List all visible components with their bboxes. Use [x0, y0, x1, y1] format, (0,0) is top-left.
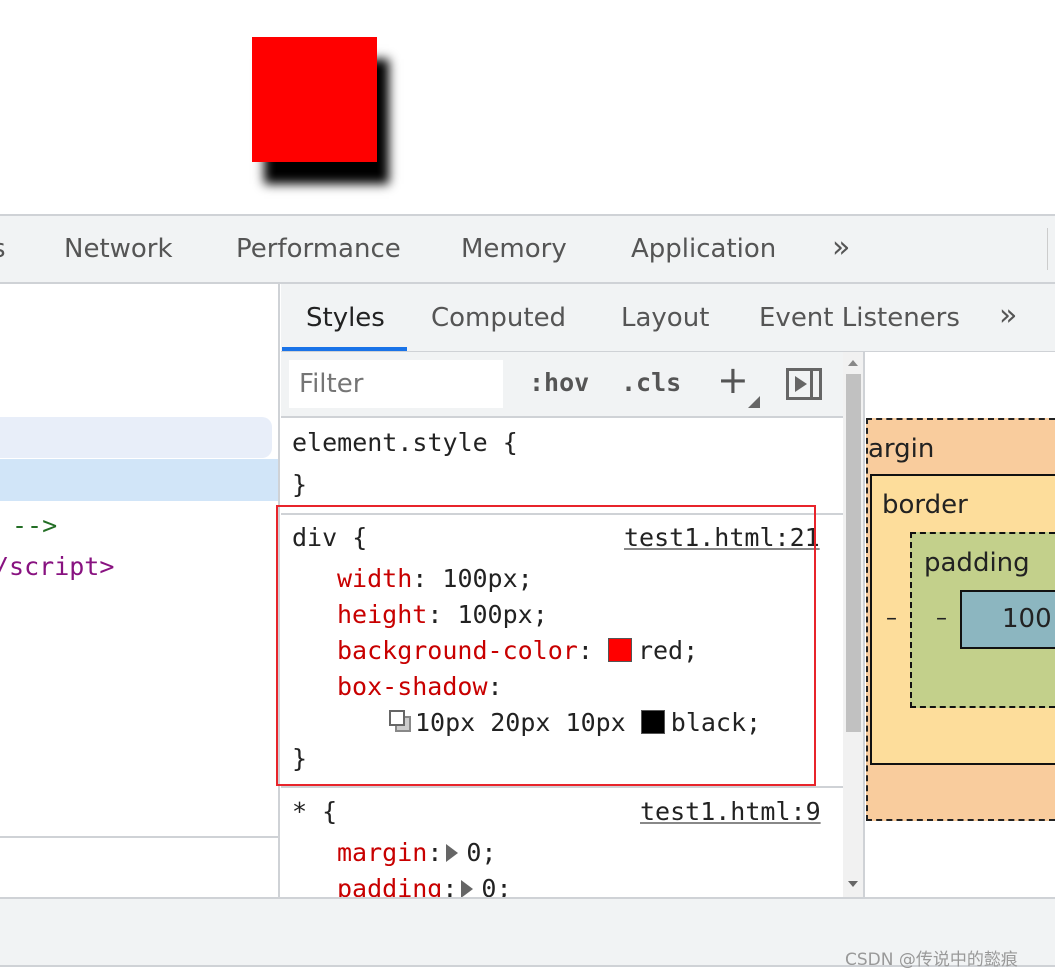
active-tab-indicator: [282, 347, 407, 351]
box-model-padding[interactable]: padding – 100: [910, 532, 1055, 708]
prop-padding[interactable]: padding: 0;: [337, 874, 512, 897]
scroll-down-icon[interactable]: [848, 881, 858, 887]
box-model-pane: argin border – padding – 100: [865, 352, 1055, 897]
watermark: CSDN @传说中的懿痕: [845, 950, 1018, 970]
star-source-link[interactable]: test1.html:9: [640, 797, 821, 826]
tab-partial[interactable]: s: [0, 234, 6, 264]
highlight-annotation-box: [276, 505, 816, 786]
box-model-margin[interactable]: argin border – padding – 100: [866, 418, 1055, 821]
tab-performance[interactable]: Performance: [236, 234, 401, 264]
styles-toolbar: :hov .cls +: [281, 352, 843, 418]
prop-name: margin: [337, 838, 428, 867]
prop-value[interactable]: 0;: [481, 874, 511, 897]
expand-triangle-icon[interactable]: [446, 844, 459, 862]
selected-row[interactable]: [0, 459, 278, 501]
border-left-value: –: [886, 606, 897, 631]
tab-network[interactable]: Network: [64, 234, 173, 264]
box-model-border[interactable]: border – padding – 100: [870, 474, 1055, 765]
scroll-up-icon[interactable]: [848, 360, 858, 366]
toggle-sidebar-icon[interactable]: [786, 368, 822, 400]
box-model-content[interactable]: 100: [960, 590, 1055, 649]
tab-styles[interactable]: Styles: [306, 303, 385, 333]
divider: [281, 786, 843, 788]
filter-input[interactable]: [289, 360, 503, 408]
tab-computed[interactable]: Computed: [431, 303, 566, 333]
hov-button[interactable]: :hov: [529, 368, 589, 397]
prop-margin[interactable]: margin: 0;: [337, 838, 496, 867]
styles-scrollbar[interactable]: [843, 352, 865, 897]
border-label: border: [882, 490, 968, 520]
tag-name: /script>: [0, 552, 115, 581]
divider: [0, 836, 278, 838]
colon: :: [442, 874, 458, 897]
element-style-selector[interactable]: element.style {: [292, 428, 518, 457]
scrollbar-thumb[interactable]: [846, 374, 861, 732]
padding-left-value: –: [936, 606, 947, 631]
new-rule-button[interactable]: +: [717, 358, 749, 402]
comment-end: -->: [12, 511, 58, 540]
prop-name: padding: [337, 874, 443, 897]
star-selector[interactable]: * {: [292, 797, 337, 826]
margin-label: argin: [868, 434, 935, 464]
padding-label: padding: [924, 548, 1030, 578]
tab-event-listeners[interactable]: Event Listeners: [759, 303, 960, 333]
more-subtabs-icon[interactable]: »: [999, 298, 1017, 333]
cls-button[interactable]: .cls: [621, 368, 681, 397]
tab-memory[interactable]: Memory: [461, 234, 567, 264]
hover-row[interactable]: [0, 417, 272, 458]
styles-tab-bar: Styles Computed Layout Event Listeners »: [281, 284, 1055, 352]
prop-value[interactable]: 0;: [466, 838, 496, 867]
divider: [1047, 228, 1048, 270]
more-tabs-icon[interactable]: »: [832, 230, 850, 265]
script-close-tag: /script>: [0, 552, 114, 581]
tab-layout[interactable]: Layout: [621, 303, 709, 333]
tab-application[interactable]: Application: [631, 234, 776, 264]
elements-panel: --> /script>: [0, 284, 280, 897]
corner-triangle-icon: [748, 396, 760, 408]
preview-red-box: [252, 37, 377, 162]
expand-triangle-icon[interactable]: [461, 880, 474, 897]
colon: :: [427, 838, 443, 867]
element-style-close: }: [292, 470, 308, 499]
devtools-tab-bar: s Network Performance Memory Application…: [0, 214, 1055, 284]
content-size: 100: [1002, 604, 1052, 634]
